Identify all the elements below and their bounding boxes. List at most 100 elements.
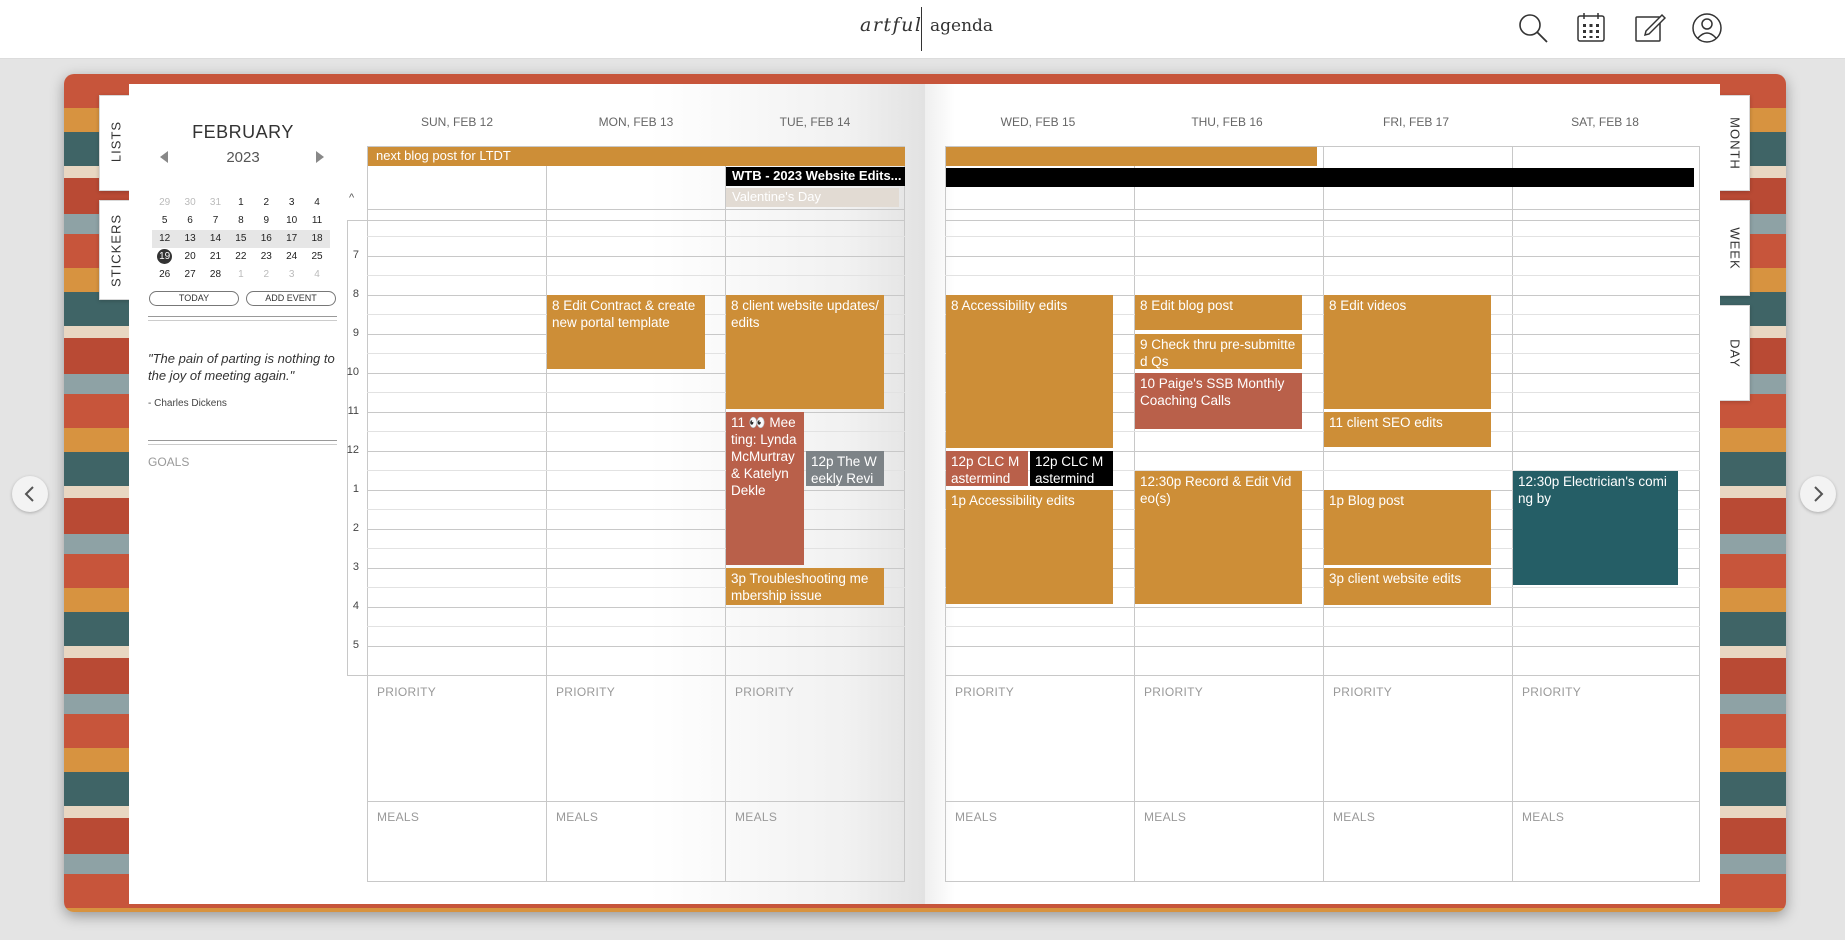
day-header-sun[interactable]: SUN, FEB 12 [367, 115, 547, 129]
day-header-fri[interactable]: FRI, FEB 17 [1326, 115, 1506, 129]
logo-agenda: agenda [930, 16, 994, 36]
tab-week[interactable]: WEEK [1718, 200, 1750, 296]
mini-day[interactable]: 20 [177, 248, 202, 266]
mini-calendar-grid: 29 30 31 1 2 3 4 5 6 7 8 9 10 11 12 13 1… [152, 194, 330, 284]
chevron-left-icon [24, 486, 34, 502]
mini-prev-month-icon[interactable] [158, 150, 170, 164]
mini-day-today[interactable]: 19 [152, 248, 177, 266]
mini-day[interactable]: 18 [304, 230, 329, 248]
mini-day[interactable]: 2 [254, 194, 279, 212]
day-header-mon[interactable]: MON, FEB 13 [546, 115, 726, 129]
mini-day[interactable]: 1 [228, 266, 253, 284]
event[interactable]: 12p CLC Mastermind [946, 451, 1028, 486]
mini-day[interactable]: 10 [279, 212, 304, 230]
mini-calendar-week: 26 27 28 1 2 3 4 [152, 266, 330, 284]
mini-next-month-icon[interactable] [314, 150, 326, 164]
mini-day[interactable]: 23 [254, 248, 279, 266]
event[interactable]: 1p Accessibility edits [946, 490, 1113, 604]
mini-day[interactable]: 16 [254, 230, 279, 248]
event[interactable]: 11 client SEO edits [1324, 412, 1491, 447]
mini-day[interactable]: 28 [203, 266, 228, 284]
event[interactable]: 8 Edit videos [1324, 295, 1491, 409]
day-header-wed[interactable]: WED, FEB 15 [948, 115, 1128, 129]
event[interactable]: 3p client website edits [1324, 568, 1491, 605]
mini-day[interactable]: 6 [177, 212, 202, 230]
day-header-sat[interactable]: SAT, FEB 18 [1515, 115, 1695, 129]
calendar-grid-icon[interactable] [1574, 11, 1608, 45]
collapse-allday-button[interactable]: ^ [349, 192, 354, 204]
next-week-button[interactable] [1800, 476, 1836, 512]
meals-label-fri: MEALS [1333, 810, 1376, 824]
hour-label: 3 [352, 561, 359, 573]
mini-day[interactable]: 12 [152, 230, 177, 248]
event[interactable]: 12p The Weekly Revi [806, 451, 884, 486]
meals-label-sun: MEALS [377, 810, 420, 824]
mini-day[interactable]: 24 [279, 248, 304, 266]
logo-artful: artful [860, 14, 923, 36]
mini-day[interactable]: 8 [228, 212, 253, 230]
logo-divider [921, 7, 922, 51]
prev-week-button[interactable] [12, 476, 48, 512]
priority-label-tue: PRIORITY [735, 685, 795, 699]
tab-lists[interactable]: LISTS [99, 95, 131, 191]
event[interactable]: 11 👀 Meeting: Lynda McMurtray & Katelyn … [726, 412, 804, 565]
tab-day[interactable]: DAY [1718, 305, 1750, 401]
tab-stickers[interactable]: STICKERS [99, 200, 131, 300]
event[interactable]: 1p Blog post [1324, 490, 1491, 565]
mini-day[interactable]: 15 [228, 230, 253, 248]
mini-day[interactable]: 17 [279, 230, 304, 248]
meals-label-tue: MEALS [735, 810, 778, 824]
mini-day[interactable]: 14 [203, 230, 228, 248]
event[interactable]: 10 Paige's SSB Monthly Coaching Calls [1135, 373, 1302, 429]
event[interactable]: 3p Troubleshooting membership issue [726, 568, 884, 605]
mini-day[interactable]: 29 [152, 194, 177, 212]
event[interactable]: 12:30p Electrician's coming by [1513, 471, 1678, 585]
tab-month[interactable]: MONTH [1718, 95, 1750, 191]
day-header-thu[interactable]: THU, FEB 16 [1137, 115, 1317, 129]
mini-calendar-year: 2023 [226, 149, 260, 166]
mini-day[interactable]: 2 [254, 266, 279, 284]
mini-day[interactable]: 13 [177, 230, 202, 248]
event[interactable]: 9 Check thru pre-submitted Qs [1135, 334, 1302, 369]
mini-day[interactable]: 9 [254, 212, 279, 230]
event[interactable]: 12p CLC Mastermind [1030, 451, 1113, 486]
event[interactable]: 8 Edit Contract & create new portal temp… [547, 295, 705, 369]
search-icon[interactable] [1516, 11, 1550, 45]
mini-day[interactable]: 25 [304, 248, 329, 266]
allday-event[interactable]: WTB - 2023 Website Edits... [726, 167, 905, 186]
allday-event-continued[interactable] [946, 168, 1694, 187]
tab-day-label: DAY [1727, 339, 1743, 368]
hour-label: 8 [352, 288, 359, 300]
mini-day[interactable]: 11 [304, 212, 329, 230]
add-event-button[interactable]: ADD EVENT [246, 291, 336, 306]
event[interactable]: 8 Edit blog post [1135, 295, 1302, 330]
mini-day[interactable]: 4 [304, 194, 329, 212]
mini-day[interactable]: 7 [203, 212, 228, 230]
mini-day[interactable]: 3 [279, 194, 304, 212]
day-header-tue[interactable]: TUE, FEB 14 [725, 115, 905, 129]
edit-icon[interactable] [1632, 11, 1666, 45]
mini-day[interactable]: 22 [228, 248, 253, 266]
mini-day[interactable]: 4 [304, 266, 329, 284]
event[interactable]: 8 client website updates/edits [726, 295, 884, 409]
mini-day[interactable]: 1 [228, 194, 253, 212]
event[interactable]: 12:30p Record & Edit Video(s) [1135, 471, 1302, 604]
allday-event[interactable]: next blog post for LTDT [368, 147, 905, 166]
mini-day[interactable]: 21 [203, 248, 228, 266]
hour-label: 11 [347, 405, 359, 417]
mini-day[interactable]: 3 [279, 266, 304, 284]
mini-day[interactable]: 31 [203, 194, 228, 212]
hour-label: 12 [346, 444, 359, 456]
event[interactable]: 8 Accessibility edits [946, 295, 1113, 448]
mini-day[interactable]: 5 [152, 212, 177, 230]
user-icon[interactable] [1690, 11, 1724, 45]
hour-label: 5 [352, 639, 359, 651]
today-button[interactable]: TODAY [149, 291, 239, 306]
mini-day[interactable]: 27 [177, 266, 202, 284]
mini-day[interactable]: 30 [177, 194, 202, 212]
mini-day[interactable]: 26 [152, 266, 177, 284]
divider [148, 440, 337, 441]
meals-label-mon: MEALS [556, 810, 599, 824]
allday-event[interactable]: Valentine's Day [726, 188, 899, 207]
allday-event-continued[interactable] [946, 147, 1317, 166]
